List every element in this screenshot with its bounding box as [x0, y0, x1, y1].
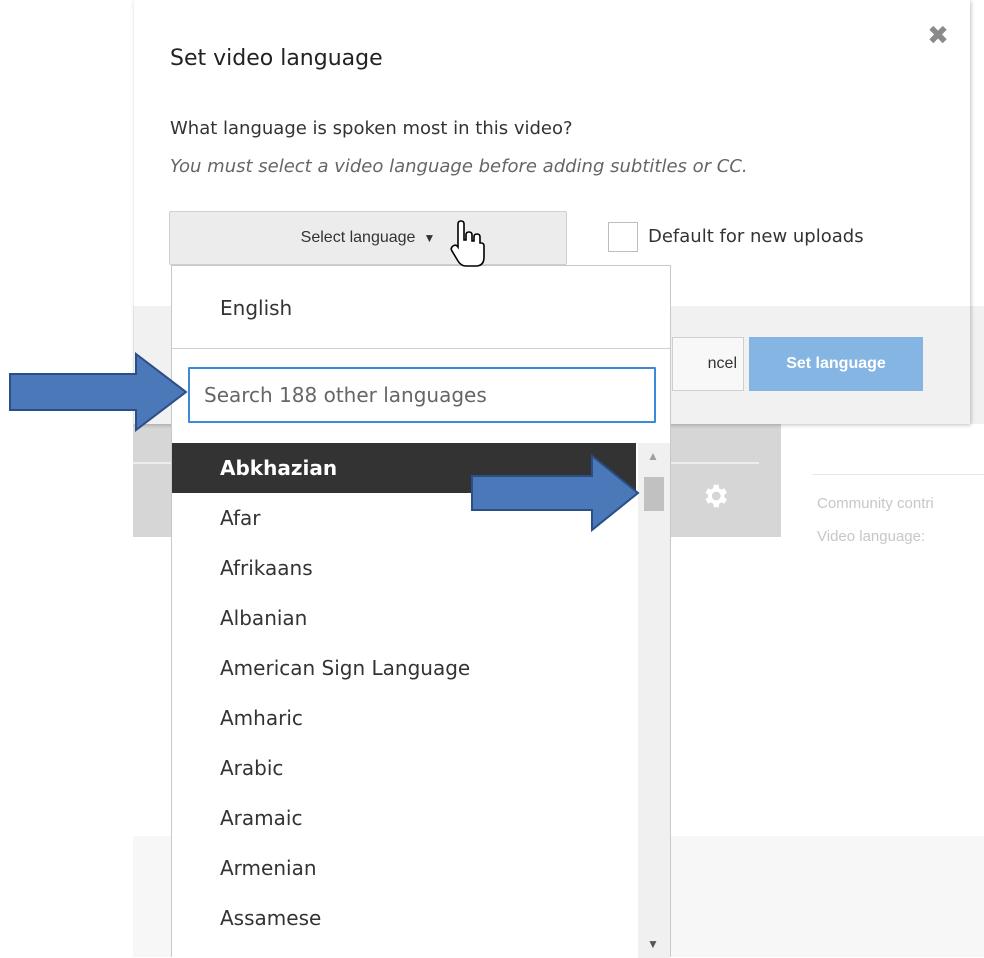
language-item-albanian[interactable]: Albanian [172, 593, 636, 643]
gear-icon[interactable] [700, 481, 730, 511]
community-contributions-text: Community contri [817, 495, 934, 512]
select-language-button[interactable]: Select language ▼ [169, 211, 567, 265]
default-uploads-checkbox[interactable] [608, 222, 638, 252]
language-dropdown: English Abkhazian Afar Afrikaans Albania… [171, 265, 671, 958]
dropdown-divider [172, 348, 670, 349]
arrow-right-icon [9, 352, 188, 432]
video-language-text: Video language: [817, 528, 926, 545]
scroll-down-arrow-icon[interactable]: ▼ [647, 937, 659, 951]
caret-down-icon: ▼ [423, 231, 436, 245]
dropdown-current-language[interactable]: English [220, 296, 292, 320]
default-uploads-label: Default for new uploads [648, 226, 864, 247]
set-language-label: Set language [786, 355, 886, 372]
language-search-input[interactable] [188, 367, 656, 423]
close-icon[interactable]: ✖ [924, 22, 952, 50]
language-item-aramaic[interactable]: Aramaic [172, 793, 636, 843]
language-item-amharic[interactable]: Amharic [172, 693, 636, 743]
select-language-label: Select language [300, 229, 416, 246]
scrollbar-thumb[interactable] [644, 477, 664, 511]
hand-pointer-icon [450, 220, 485, 267]
language-item-arabic[interactable]: Arabic [172, 743, 636, 793]
scroll-up-arrow-icon[interactable]: ▲ [647, 449, 659, 463]
dialog-question: What language is spoken most in this vid… [170, 118, 573, 139]
cancel-button-label: ncel [707, 355, 737, 372]
language-item-assamese[interactable]: Assamese [172, 893, 636, 943]
language-list-scrollbar[interactable]: ▲ ▼ [638, 443, 670, 958]
language-item-armenian[interactable]: Armenian [172, 843, 636, 893]
language-item-afrikaans[interactable]: Afrikaans [172, 543, 636, 593]
cancel-button[interactable]: ncel [672, 337, 744, 391]
side-divider [812, 474, 984, 475]
language-item-american-sign-language[interactable]: American Sign Language [172, 643, 636, 693]
set-language-button[interactable]: Set language [749, 337, 923, 391]
dialog-title: Set video language [170, 46, 383, 71]
arrow-right-icon [471, 454, 640, 532]
dialog-hint: You must select a video language before … [170, 156, 748, 177]
